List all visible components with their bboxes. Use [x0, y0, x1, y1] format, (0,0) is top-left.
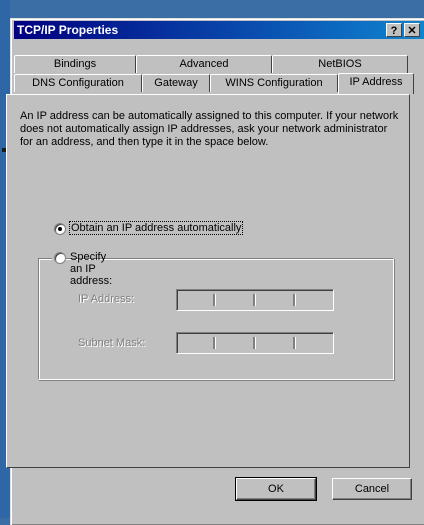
tab-netbios[interactable]: NetBIOS: [272, 55, 408, 73]
obtain-ip-radio[interactable]: [54, 223, 66, 235]
cancel-button[interactable]: Cancel: [332, 478, 412, 500]
specify-ip-radio[interactable]: [54, 252, 66, 264]
ip-separator: [293, 294, 296, 306]
radio-selected-dot: [58, 227, 62, 231]
tab-advanced[interactable]: Advanced: [136, 55, 272, 73]
subnet-mask-input[interactable]: [176, 332, 334, 354]
obtain-ip-label[interactable]: Obtain an IP address automatically: [68, 221, 244, 235]
ip-address-label: IP Address:: [78, 293, 135, 305]
tab-bindings[interactable]: Bindings: [14, 55, 136, 73]
subnet-mask-label: Subnet Mask:: [78, 337, 146, 349]
ip-separator: [253, 337, 256, 349]
close-button[interactable]: ✕: [404, 23, 420, 37]
ip-separator: [293, 337, 296, 349]
specify-ip-option: Specify an IP address:: [52, 251, 112, 287]
specify-ip-label[interactable]: Specify an IP address:: [70, 251, 112, 287]
tab-dns-configuration[interactable]: DNS Configuration: [14, 74, 142, 92]
ip-separator: [253, 294, 256, 306]
ip-separator: [213, 294, 216, 306]
ip-address-input[interactable]: [176, 289, 334, 311]
description-text: An IP address can be automatically assig…: [20, 110, 399, 148]
tab-wins-configuration[interactable]: WINS Configuration: [210, 74, 338, 92]
title-bar[interactable]: TCP/IP Properties ? ✕: [14, 21, 424, 39]
tab-ip-address[interactable]: IP Address: [338, 73, 414, 94]
ok-button[interactable]: OK: [235, 477, 317, 501]
help-button[interactable]: ?: [386, 23, 402, 37]
close-icon: ✕: [407, 25, 417, 37]
help-icon: ?: [390, 25, 398, 37]
ip-separator: [213, 337, 216, 349]
window-title: TCP/IP Properties: [17, 23, 119, 37]
tab-gateway[interactable]: Gateway: [142, 74, 210, 92]
